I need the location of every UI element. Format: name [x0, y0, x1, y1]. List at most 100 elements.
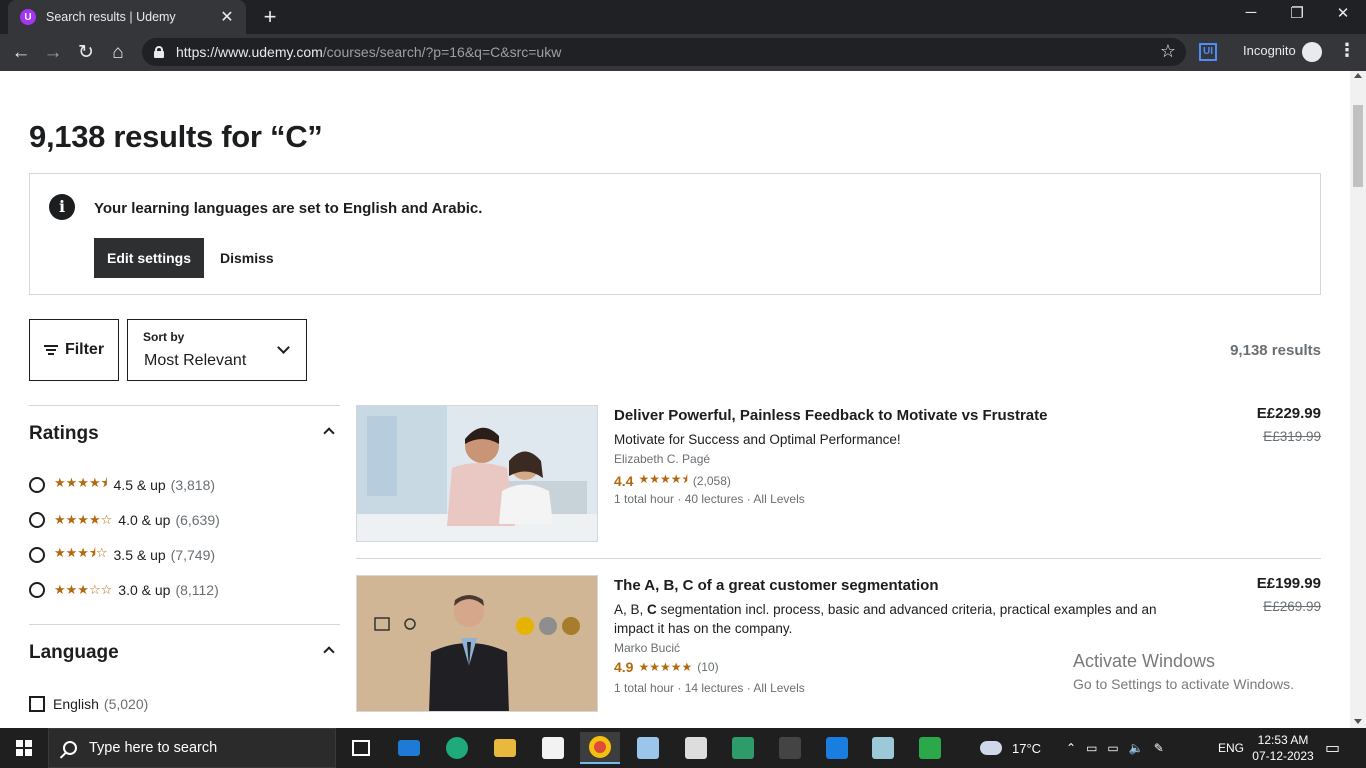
search-term-highlight: C	[647, 602, 657, 617]
course-original-price: E£319.99	[1263, 429, 1321, 444]
network-icon[interactable]: ▭	[1086, 741, 1097, 755]
task-view-icon[interactable]	[341, 732, 381, 764]
checkbox[interactable]	[29, 696, 45, 712]
close-window-button[interactable]: ✕	[1320, 4, 1366, 22]
volume-icon[interactable]: 🔈	[1129, 741, 1144, 755]
taskbar-search-box[interactable]: Type here to search	[48, 728, 336, 768]
chevron-up-icon[interactable]	[323, 646, 335, 658]
sort-select[interactable]: Sort by Most Relevant	[127, 319, 307, 381]
reload-icon[interactable]: ↻	[73, 40, 99, 66]
url-host: https://www.udemy.com	[176, 44, 323, 60]
page-title: 9,138 results for “C”	[29, 119, 323, 154]
rating-option-4-0[interactable]: ★★★★☆ 4.0 & up (6,639)	[29, 510, 220, 530]
lock-icon[interactable]	[154, 46, 164, 58]
bookmark-star-icon[interactable]: ☆	[1160, 41, 1176, 62]
stars-icon: ★★★★☆	[54, 512, 113, 527]
windows-taskbar: Type here to search 17°C ⌃ ▭ ▭ 🔈 ✎ ENG 1…	[0, 728, 1366, 768]
udemy-favicon-icon: U	[20, 9, 36, 25]
course-card[interactable]: Deliver Powerful, Painless Feedback to M…	[356, 405, 1321, 545]
watermark-subtitle: Go to Settings to activate Windows.	[1073, 676, 1294, 692]
scroll-up-icon[interactable]	[1354, 73, 1362, 78]
forward-icon[interactable]: →	[40, 40, 66, 66]
radio-button[interactable]	[29, 547, 45, 563]
rating-count: (6,639)	[175, 512, 220, 528]
ratings-heading[interactable]: Ratings	[29, 423, 99, 445]
input-language[interactable]: ENG	[1218, 728, 1244, 768]
notes-icon[interactable]	[863, 732, 903, 764]
minimize-button[interactable]: ─	[1228, 4, 1274, 21]
stars-icon: ★★★⯨☆	[54, 545, 108, 560]
home-icon[interactable]: ⌂	[105, 40, 131, 66]
file-explorer-icon[interactable]	[485, 732, 525, 764]
browser-menu-icon[interactable]: ⋮	[1338, 40, 1356, 61]
battery-icon[interactable]: ▭	[1107, 741, 1118, 755]
taskbar-clock[interactable]: 12:53 AM 07-12-2023	[1248, 732, 1318, 764]
rating-count: (3,818)	[170, 477, 216, 493]
filter-button[interactable]: Filter	[29, 319, 119, 381]
course-divider	[356, 558, 1321, 559]
address-bar[interactable]: https://www.udemy.com/courses/search/?p=…	[142, 38, 1186, 66]
clock-time: 12:53 AM	[1257, 733, 1309, 747]
tray-icons[interactable]: ⌃ ▭ ▭ 🔈 ✎	[1066, 728, 1164, 768]
radio-button[interactable]	[29, 512, 45, 528]
skype-style-icon[interactable]	[817, 732, 857, 764]
money-icon[interactable]	[723, 732, 763, 764]
course-description: Motivate for Success and Optimal Perform…	[614, 432, 901, 447]
language-label: English	[53, 696, 99, 712]
weather-widget[interactable]: 17°C	[980, 728, 1041, 768]
course-card[interactable]: The A, B, C of a great customer segmenta…	[356, 575, 1321, 715]
scrollbar-thumb[interactable]	[1353, 105, 1363, 187]
taskbar-search-placeholder: Type here to search	[89, 740, 218, 756]
new-tab-button[interactable]: +	[258, 4, 282, 30]
notification-icon[interactable]: ▭	[1325, 728, 1340, 768]
photos-icon[interactable]	[628, 732, 668, 764]
extension-icon[interactable]: UI	[1199, 43, 1217, 61]
media-player-icon[interactable]	[770, 732, 810, 764]
dismiss-button[interactable]: Dismiss	[220, 238, 274, 278]
course-thumbnail[interactable]	[356, 405, 598, 542]
browser-tab[interactable]: U Search results | Udemy ✕	[8, 0, 246, 34]
rating-label: 4.5 & up	[113, 477, 166, 493]
chevron-up-icon[interactable]	[323, 427, 335, 439]
review-count: (2,058)	[692, 473, 731, 488]
restore-button[interactable]: ❐	[1274, 4, 1320, 22]
course-title[interactable]: Deliver Powerful, Painless Feedback to M…	[614, 407, 1047, 424]
radio-button[interactable]	[29, 582, 45, 598]
chrome-icon[interactable]	[580, 732, 620, 764]
play-icon[interactable]	[910, 732, 950, 764]
calendar-icon[interactable]	[676, 732, 716, 764]
course-description-text: A, B,	[614, 602, 648, 617]
clock-date: 07-12-2023	[1252, 749, 1314, 763]
watermark-title: Activate Windows	[1073, 651, 1216, 671]
filter-icon	[43, 344, 58, 356]
rating-option-3-0[interactable]: ★★★☆☆ 3.0 & up (8,112)	[29, 580, 219, 600]
language-heading[interactable]: Language	[29, 642, 119, 664]
course-price: E£229.99	[1256, 405, 1321, 422]
incognito-icon[interactable]	[1302, 42, 1322, 62]
windows-start-icon[interactable]	[16, 740, 32, 756]
course-thumbnail-image	[357, 406, 597, 541]
url-path: /courses/search/?p=16&q=C&src=ukw	[322, 44, 562, 60]
tab-title: Search results | Udemy	[46, 10, 176, 24]
sort-label: Sort by	[143, 330, 185, 344]
tab-close-icon[interactable]: ✕	[218, 7, 236, 27]
rating-option-3-5[interactable]: ★★★⯨☆ 3.5 & up (7,749)	[29, 545, 215, 565]
course-title[interactable]: The A, B, C of a great customer segmenta…	[614, 577, 939, 594]
language-option-english[interactable]: English (5,020)	[29, 694, 148, 714]
microsoft-store-icon[interactable]	[533, 732, 573, 764]
edit-settings-button[interactable]: Edit settings	[94, 238, 204, 278]
edge-icon[interactable]	[437, 732, 477, 764]
pen-icon[interactable]: ✎	[1154, 741, 1164, 755]
mail-icon[interactable]	[389, 732, 429, 764]
rating-option-4-5[interactable]: ★★★★⯨ 4.5 & up (3,818)	[29, 475, 215, 495]
results-count: 9,138 results	[1230, 342, 1321, 359]
radio-button[interactable]	[29, 477, 45, 493]
chevron-up-icon[interactable]: ⌃	[1066, 741, 1076, 755]
course-thumbnail[interactable]	[356, 575, 598, 712]
course-rating: 4.9 ★★★★★ (10)	[614, 659, 719, 675]
sort-value: Most Relevant	[144, 352, 247, 369]
course-rating: 4.4 ★★★★⯨ (2,058)	[614, 470, 731, 491]
back-icon[interactable]: ←	[8, 40, 34, 66]
scroll-down-icon[interactable]	[1354, 719, 1362, 724]
page-scrollbar[interactable]	[1350, 71, 1366, 728]
